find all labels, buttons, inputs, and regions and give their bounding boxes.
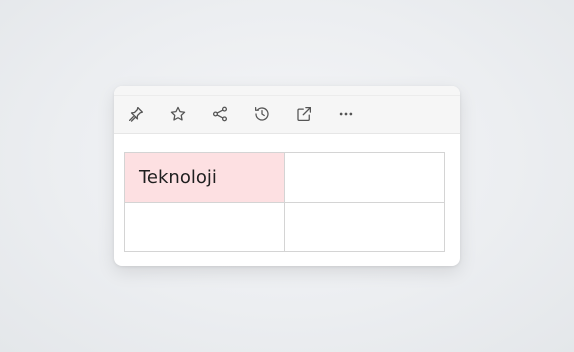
toolbar-divider [114, 95, 460, 96]
table-cell[interactable] [284, 152, 445, 203]
pin-button[interactable] [126, 104, 146, 124]
table-cell[interactable] [124, 201, 285, 252]
table-cell[interactable]: Teknoloji [124, 152, 285, 203]
more-horizontal-icon [339, 112, 353, 116]
external-link-icon [297, 106, 312, 122]
table-row [124, 201, 445, 252]
open-external-button[interactable] [294, 104, 314, 124]
history-icon [254, 106, 269, 121]
card-toolbar [114, 86, 460, 134]
pin-icon [128, 106, 144, 122]
table-row: Teknoloji [124, 152, 445, 203]
star-icon [170, 106, 186, 121]
star-button[interactable] [168, 104, 188, 124]
share-button[interactable] [210, 104, 230, 124]
table-card: Teknoloji [114, 86, 460, 266]
history-button[interactable] [252, 104, 272, 124]
more-button[interactable] [336, 104, 356, 124]
share-icon [212, 106, 228, 122]
data-table: Teknoloji [124, 152, 445, 252]
table-cell[interactable] [284, 201, 445, 252]
